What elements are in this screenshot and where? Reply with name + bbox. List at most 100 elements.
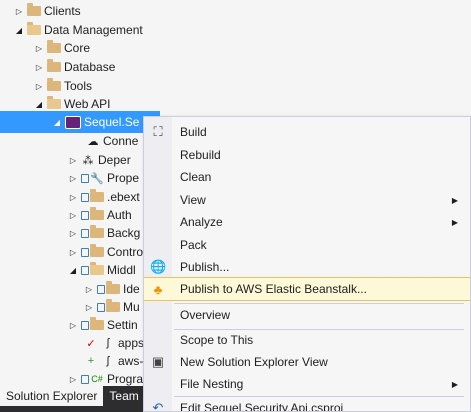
tree-item-label: Contro (107, 245, 144, 259)
menu-item-clean[interactable]: Clean (144, 166, 470, 188)
menu-item-overview[interactable]: Overview (144, 304, 470, 326)
menu-item-label: Scope to This (180, 333, 254, 347)
expand-arrow-icon[interactable]: ▷ (68, 229, 78, 238)
expand-arrow-icon[interactable]: ▷ (34, 82, 44, 91)
plus-icon: + (87, 355, 95, 367)
expand-arrow-icon[interactable]: ▷ (68, 211, 78, 220)
menu-item-label: New Solution Explorer View (180, 355, 328, 369)
folder-open-icon (27, 22, 41, 35)
menu-item-label: Build (180, 125, 207, 139)
menu-item-label: Pack (180, 238, 207, 252)
expand-arrow-icon[interactable]: ▷ (68, 375, 78, 384)
expand-arrow-icon[interactable]: ▷ (34, 44, 44, 53)
edit-icon: ↶ (152, 400, 164, 412)
folder-icon (90, 207, 104, 220)
tree-item-label: Deper (98, 153, 131, 167)
tree-item-label: Core (64, 41, 91, 55)
tree-item-label: Sequel.Se (84, 115, 140, 129)
tab-team[interactable]: Team (103, 386, 144, 406)
tree-item-label: Tools (64, 79, 93, 93)
connected-services-icon: ☁ (87, 135, 99, 148)
tree-item-label: Middl (107, 263, 136, 277)
tree-item-program[interactable]: ▷ C# Progra (68, 368, 146, 386)
expand-arrow-icon[interactable]: ▷ (14, 7, 24, 16)
lock-icon (81, 192, 89, 202)
menu-item-label: Overview (180, 308, 231, 322)
dependencies-icon: ⁂ (82, 154, 94, 167)
menu-item-label: Publish to AWS Elastic Beanstalk... (180, 282, 367, 296)
folder-open-icon (47, 96, 61, 109)
menu-item-build[interactable]: ⛶ Build (144, 121, 470, 143)
menu-item-label: View (180, 193, 206, 207)
menu-item-label: Publish... (180, 260, 230, 274)
tree-item-label: Settin (107, 318, 138, 332)
expand-arrow-icon[interactable]: ▷ (68, 156, 78, 165)
menu-item-analyze[interactable]: Analyze ▶ (144, 211, 470, 233)
context-menu: ⛶ Build Rebuild Clean View ▶ Analyze ▶ P… (143, 116, 471, 412)
folder-icon (90, 225, 104, 238)
lock-icon (81, 265, 89, 275)
tree-item-label: Mu (123, 300, 140, 314)
build-icon: ⛶ (153, 124, 163, 139)
submenu-arrow-icon: ▶ (451, 379, 458, 389)
tree-item-label: Auth (107, 208, 132, 222)
menu-item-label: Edit Sequel.Security.Api.csproj (180, 401, 344, 412)
submenu-arrow-icon: ▶ (451, 217, 458, 227)
new-view-icon: ▣ (151, 354, 165, 369)
expand-arrow-icon[interactable]: ▷ (68, 193, 78, 202)
expand-arrow-icon[interactable]: ▷ (84, 303, 94, 312)
lock-icon (81, 173, 89, 183)
folder-icon (90, 317, 104, 330)
tree-item-label: Database (64, 60, 116, 74)
folder-icon (47, 40, 61, 53)
menu-item-publish-aws-beanstalk[interactable]: ♣ Publish to AWS Elastic Beanstalk... (144, 277, 470, 301)
folder-open-icon (90, 262, 104, 275)
csharp-file-icon: C# (91, 374, 103, 384)
tree-item-label: Prope (107, 171, 140, 185)
tree-item-label: Progra (107, 372, 144, 386)
collapse-arrow-icon[interactable]: ◢ (68, 266, 78, 275)
expand-arrow-icon[interactable]: ▷ (68, 248, 78, 257)
folder-icon (90, 189, 104, 202)
tree-item-label: .ebext (107, 190, 140, 204)
menu-item-label: Rebuild (180, 148, 221, 162)
expand-arrow-icon[interactable]: ▷ (34, 63, 44, 72)
menu-item-label: Analyze (180, 215, 223, 229)
submenu-arrow-icon: ▶ (451, 195, 458, 205)
expand-arrow-icon[interactable]: ▷ (68, 321, 78, 330)
lock-icon (81, 228, 89, 238)
aws-beanstalk-icon: ♣ (153, 281, 163, 297)
tree-item-label: Conne (103, 134, 139, 148)
menu-item-pack[interactable]: Pack (144, 234, 470, 256)
folder-icon (27, 3, 41, 16)
checkmark-icon: ✓ (86, 337, 96, 350)
expand-arrow-icon[interactable]: ▷ (68, 174, 78, 183)
menu-item-new-solution-explorer-view[interactable]: ▣ New Solution Explorer View (144, 351, 470, 373)
collapse-arrow-icon[interactable]: ◢ (34, 100, 44, 109)
wrench-icon: 🔧 (90, 172, 104, 185)
folder-icon (47, 78, 61, 91)
collapse-arrow-icon[interactable]: ◢ (14, 26, 24, 35)
tab-solution-explorer[interactable]: Solution Explorer (0, 386, 104, 406)
menu-item-file-nesting[interactable]: File Nesting ▶ (144, 373, 470, 395)
lock-icon (81, 320, 89, 330)
lock-icon (97, 284, 105, 294)
menu-item-edit-project[interactable]: ↶ Edit Sequel.Security.Api.csproj (144, 397, 470, 412)
menu-item-publish[interactable]: 🌐 Publish... (144, 256, 470, 278)
collapse-arrow-icon[interactable]: ◢ (52, 118, 62, 127)
menu-item-rebuild[interactable]: Rebuild (144, 144, 470, 166)
tree-item-label: Ide (123, 282, 140, 296)
menu-item-scope-to-this[interactable]: Scope to This (144, 329, 470, 351)
menu-item-label: File Nesting (180, 377, 244, 391)
lock-icon (97, 302, 105, 312)
tree-item-label: Web API (64, 97, 111, 111)
folder-icon (106, 281, 120, 294)
tree-item-label: Data Management (44, 23, 143, 37)
menu-item-view[interactable]: View ▶ (144, 189, 470, 211)
json-file-icon: ʃ (106, 337, 110, 349)
folder-icon (47, 59, 61, 72)
csharp-project-icon (65, 115, 81, 129)
json-file-icon: ʃ (106, 355, 110, 367)
expand-arrow-icon[interactable]: ▷ (84, 285, 94, 294)
tree-item-label: Backg (107, 226, 141, 240)
